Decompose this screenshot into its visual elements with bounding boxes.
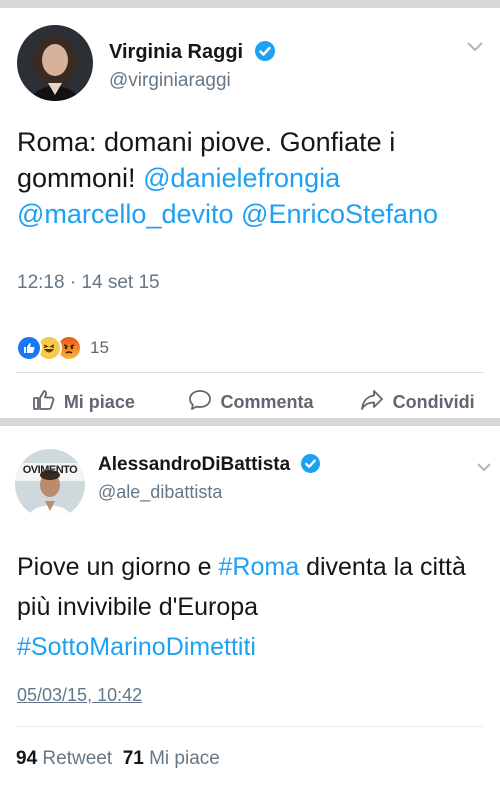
- tweet-stats: 94 Retweet 71 Mi piace: [16, 748, 220, 770]
- verified-badge-icon: [301, 454, 321, 479]
- author-handle[interactable]: @virginiaraggi: [109, 70, 231, 92]
- share-label[interactable]: Condividi: [393, 392, 475, 413]
- stats-divider: [16, 726, 484, 727]
- avatar-alessandro-dibattista[interactable]: OVIMENTO: [15, 449, 85, 519]
- like-button[interactable]: Mi piace: [0, 380, 167, 424]
- share-button[interactable]: Condividi: [333, 380, 500, 424]
- comment-label[interactable]: Commenta: [221, 392, 314, 413]
- author-name[interactable]: AlessandroDiBattista: [98, 454, 321, 479]
- post-alessandro-dibattista: OVIMENTO AlessandroDiBattista @ale_dibat…: [0, 426, 500, 803]
- comment-icon: [187, 388, 213, 417]
- comment-button[interactable]: Commenta: [167, 380, 334, 424]
- like-count[interactable]: 71: [123, 748, 144, 769]
- author-name[interactable]: Virginia Raggi: [109, 41, 275, 67]
- avatar-virginia-raggi[interactable]: [17, 25, 93, 101]
- hashtag-link[interactable]: #Roma: [219, 553, 300, 581]
- author-name-text[interactable]: Virginia Raggi: [109, 41, 243, 63]
- post-timestamp[interactable]: 12:18 · 14 set 15: [17, 272, 160, 294]
- avatar-banner-text: OVIMENTO: [22, 464, 78, 476]
- chevron-down-icon[interactable]: [466, 40, 484, 58]
- share-icon: [359, 388, 385, 417]
- like-label[interactable]: Mi piace: [64, 392, 135, 413]
- verified-badge-icon: [254, 41, 275, 67]
- chevron-down-icon[interactable]: [476, 460, 492, 478]
- reaction-count: 15: [90, 338, 109, 357]
- hashtag-link[interactable]: #SottoMarinoDimettiti: [17, 633, 256, 661]
- author-handle[interactable]: @ale_dibattista: [98, 482, 222, 503]
- tweet-text-body: Piove un giorno e: [17, 553, 219, 581]
- actions-divider: [16, 372, 484, 373]
- tweet-timestamp[interactable]: 05/03/15, 10:42: [17, 685, 142, 706]
- mention-link[interactable]: @EnricoStefano: [241, 199, 438, 229]
- mention-link[interactable]: @danielefrongia: [143, 163, 340, 193]
- retweet-count[interactable]: 94: [16, 748, 37, 769]
- mention-link[interactable]: @marcello_devito: [17, 199, 234, 229]
- author-name-text[interactable]: AlessandroDiBattista: [98, 454, 290, 475]
- tweet-text: Piove un giorno e #Roma diventa la città…: [17, 547, 487, 667]
- reactions-summary[interactable]: 15: [16, 335, 109, 361]
- thumbs-up-icon: [32, 388, 56, 417]
- like-reaction-icon: [16, 335, 42, 361]
- retweet-label[interactable]: Retweet: [42, 748, 112, 769]
- top-separator: [0, 0, 500, 8]
- post-virginia-raggi: Virginia Raggi @virginiaraggi Roma: doma…: [0, 8, 500, 418]
- post-actions-bar: Mi piace Commenta Condividi: [0, 380, 500, 424]
- post-text: Roma: domani piove. Gonfiate i gommoni! …: [17, 124, 487, 232]
- like-label[interactable]: Mi piace: [149, 748, 220, 769]
